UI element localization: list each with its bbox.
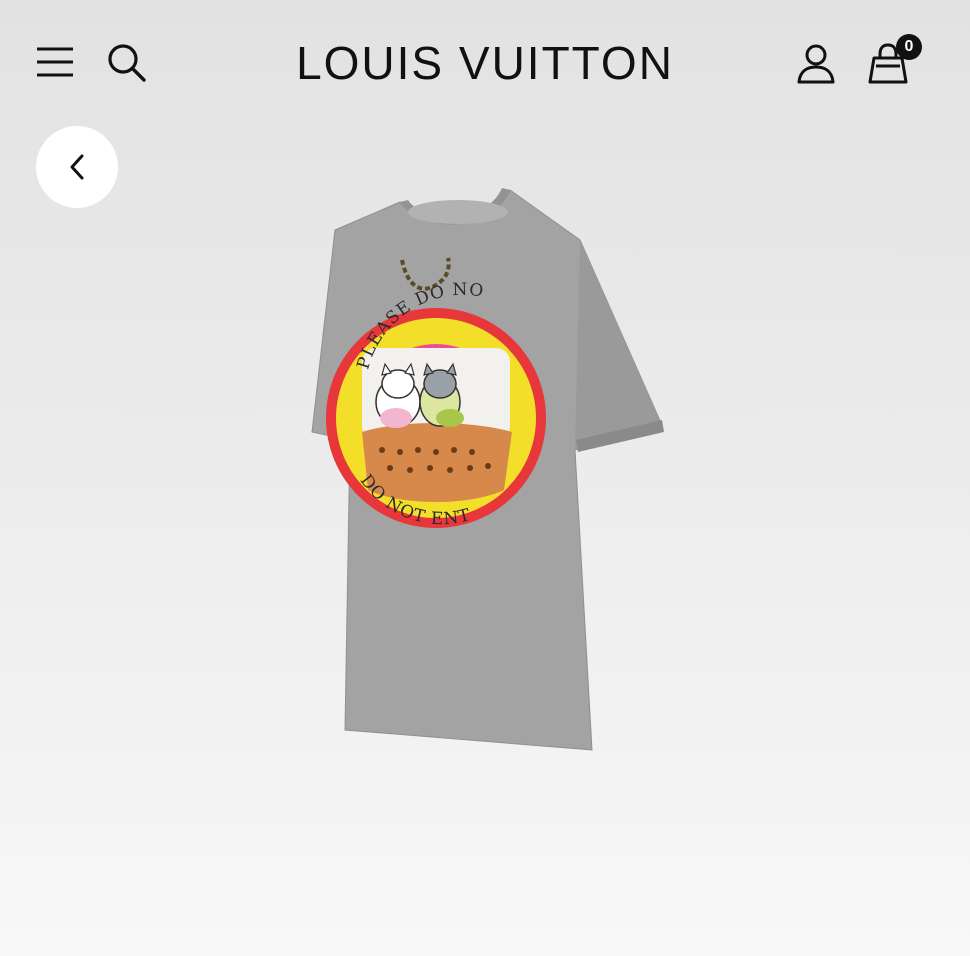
bag-count-badge: 0 (896, 34, 922, 60)
tshirt-illustration: PLEASE DO NOT ENTER DO NOT ENTER (290, 170, 664, 751)
chevron-left-icon (70, 154, 84, 180)
search-icon (108, 44, 146, 82)
product-image[interactable]: PLEASE DO NOT ENTER DO NOT ENTER (290, 170, 690, 770)
brand-logo[interactable]: LOUIS VUITTON (296, 32, 672, 94)
hamburger-menu-icon (37, 47, 73, 77)
shopping-bag-button[interactable]: 0 (862, 34, 922, 90)
back-button[interactable] (36, 126, 118, 208)
user-icon (797, 44, 835, 84)
menu-button[interactable] (30, 38, 80, 86)
top-navigation-bar: LOUIS VUITTON 0 (0, 0, 970, 125)
search-button[interactable] (102, 38, 152, 88)
account-button[interactable] (790, 38, 842, 88)
